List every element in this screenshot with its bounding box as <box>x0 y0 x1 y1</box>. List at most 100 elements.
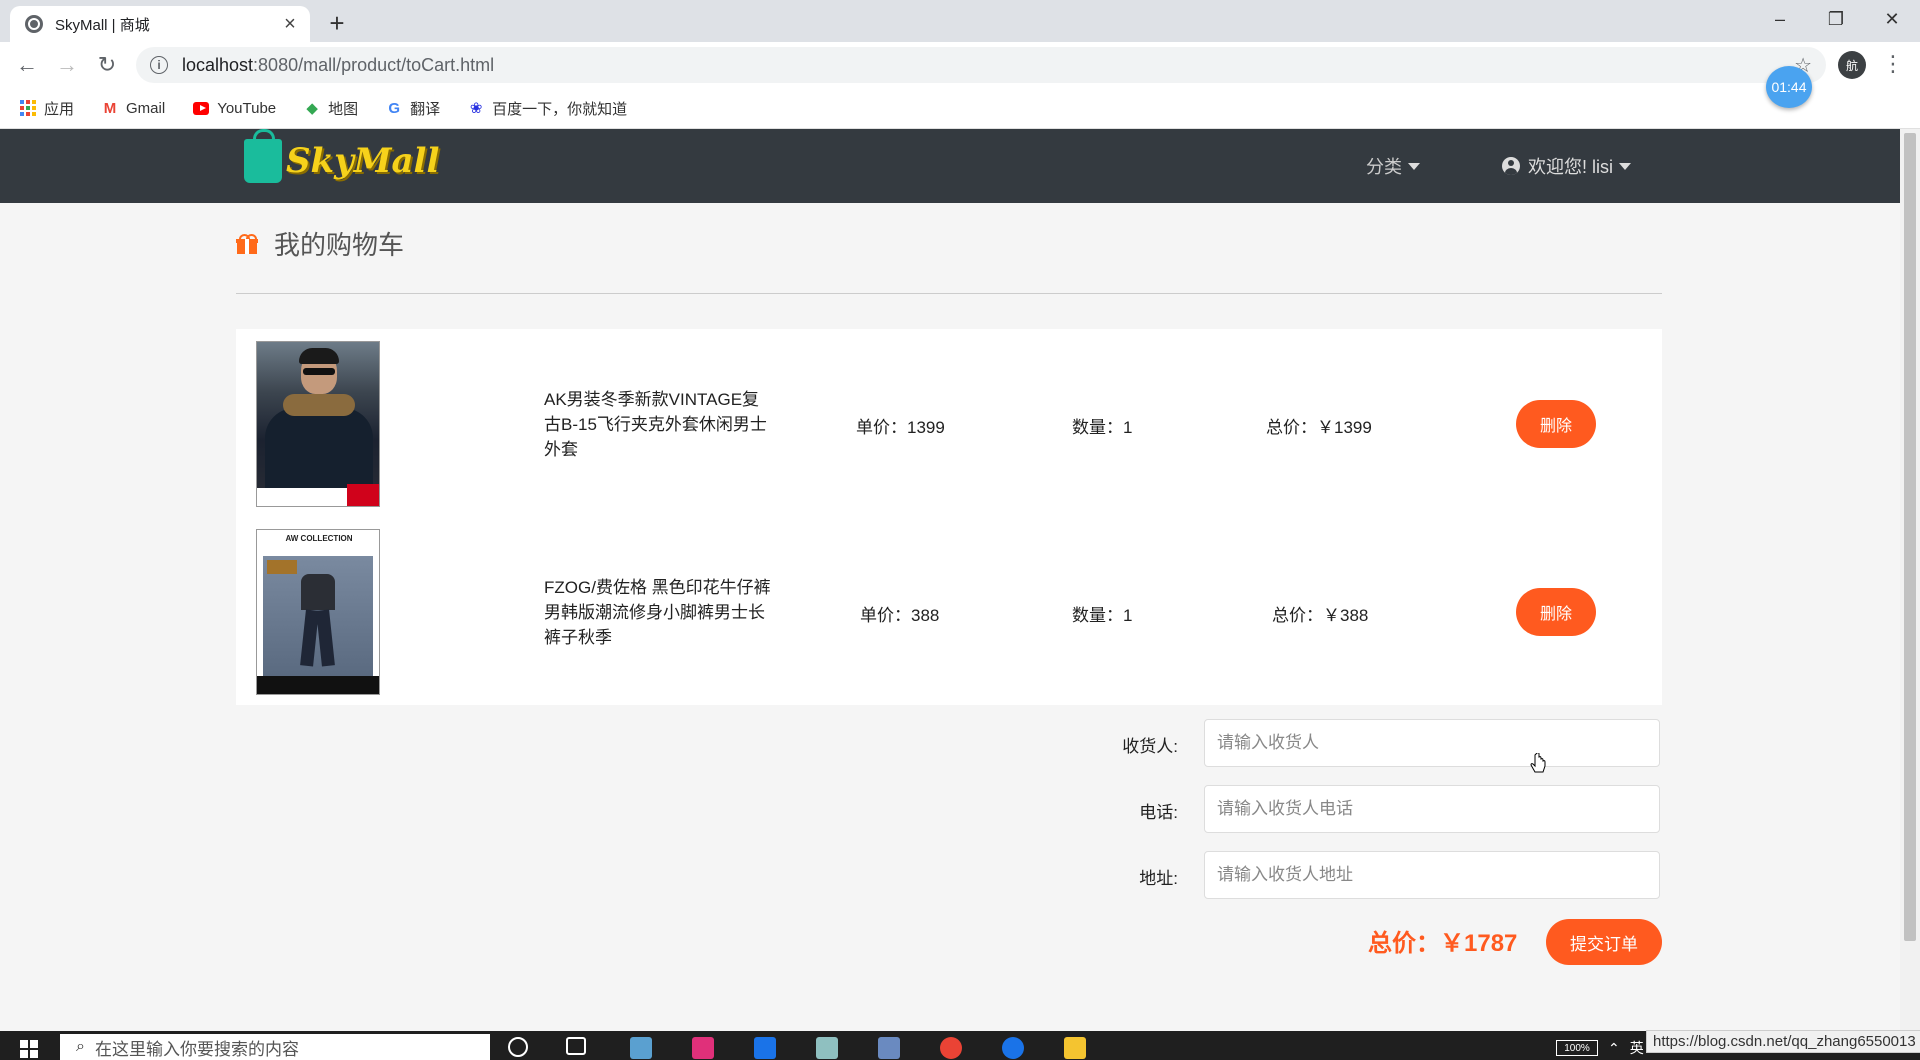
reload-icon[interactable]: ↻ <box>92 50 122 80</box>
bookmark-label: 地图 <box>328 100 359 118</box>
chrome-icon[interactable] <box>940 1037 962 1059</box>
user-circle-icon <box>1502 157 1520 175</box>
app-icon[interactable] <box>754 1037 776 1059</box>
translate-icon: G <box>388 99 400 117</box>
gift-icon <box>236 233 258 254</box>
submit-order-button[interactable]: 提交订单 <box>1546 919 1662 965</box>
logo-text: SkyMall <box>286 141 440 181</box>
address-label: 地址: <box>1139 869 1178 888</box>
caret-down-icon <box>1408 162 1420 170</box>
cortana-icon[interactable] <box>508 1037 528 1057</box>
page-scrollbar[interactable] <box>1900 129 1920 1031</box>
address-row: 地址: <box>1000 851 1660 899</box>
restore-icon[interactable]: ❐ <box>1808 0 1864 38</box>
bookmark-label: 百度一下，你就知道 <box>492 100 628 118</box>
address-input[interactable] <box>1204 851 1660 899</box>
bookmark-label: YouTube <box>217 99 277 117</box>
browser-tab-bar: SkyMall | 商城 × + – ❐ ✕ <box>0 0 1920 42</box>
profile-avatar[interactable]: 航 <box>1838 51 1866 79</box>
intellij-icon[interactable] <box>692 1037 714 1059</box>
user-dropdown[interactable]: 欢迎您! lisi <box>1502 153 1631 179</box>
apps-icon <box>20 100 36 116</box>
menu-kebab-icon[interactable]: ⋮ <box>1882 51 1904 77</box>
ime-indicator[interactable]: 英 <box>1630 1038 1644 1058</box>
receiver-label: 收货人: <box>1122 737 1178 756</box>
page-title-text: 我的购物车 <box>274 230 405 260</box>
bookmark-gmail[interactable]: M Gmail <box>102 100 165 117</box>
unit-price: 单价：1399 <box>856 418 945 437</box>
caret-down-icon <box>1619 162 1631 170</box>
shopping-bag-icon <box>244 129 282 183</box>
delete-button[interactable]: 删除 <box>1516 400 1596 448</box>
minimize-icon[interactable]: – <box>1752 0 1808 38</box>
receiver-input[interactable] <box>1204 719 1660 767</box>
product-name[interactable]: AK男装冬季新款VINTAGE复古B-15飞行夹克外套休闲男士外套 <box>544 387 774 462</box>
site-logo[interactable]: SkyMall <box>244 129 440 183</box>
app-icon[interactable] <box>878 1037 900 1059</box>
cart-list: AK男装冬季新款VINTAGE复古B-15飞行夹克外套休闲男士外套 单价：139… <box>236 329 1662 705</box>
battery-icon[interactable]: 100% <box>1556 1040 1598 1056</box>
bookmark-apps[interactable]: 应用 <box>20 98 74 119</box>
app-icon[interactable] <box>1002 1037 1024 1059</box>
unit-price: 单价：388 <box>860 606 940 625</box>
timer-badge[interactable]: 01:44 <box>1766 66 1812 108</box>
cart-item: AK男装冬季新款VINTAGE复古B-15飞行夹克外套休闲男士外套 单价：139… <box>236 341 1662 511</box>
gmail-icon: M <box>103 99 117 117</box>
bookmarks-bar: 应用 M Gmail YouTube ◆ 地图 G 翻译 ❀ 百度一下，你就知道 <box>0 88 1920 129</box>
site-header: SkyMall 分类 欢迎您! lisi <box>0 129 1900 203</box>
page-title: 我的购物车 <box>236 225 404 262</box>
item-total: 总价：￥1399 <box>1266 418 1372 437</box>
os-taskbar: ⌕ 在这里输入你要搜索的内容 100% ⌃ 英 13:53 <box>0 1031 1920 1060</box>
quantity: 数量：1 <box>1072 606 1133 625</box>
close-tab-icon[interactable]: × <box>278 12 302 36</box>
globe-icon <box>25 15 43 33</box>
category-dropdown[interactable]: 分类 <box>1366 153 1420 179</box>
title-divider <box>236 293 1662 294</box>
product-image[interactable] <box>256 341 380 507</box>
product-name[interactable]: FZOG/费佐格 黑色印花牛仔裤男韩版潮流修身小脚裤男士长裤子秋季 <box>544 575 774 650</box>
phone-label: 电话: <box>1139 803 1178 822</box>
window-close-icon[interactable]: ✕ <box>1864 0 1920 38</box>
scrollbar-thumb[interactable] <box>1904 133 1916 941</box>
phone-row: 电话: <box>1000 785 1660 833</box>
url-host: localhost <box>182 54 254 75</box>
cart-item: AW COLLECTION FZOG/费佐格 黑色印花牛仔裤男韩版潮流修身小脚裤… <box>236 529 1662 699</box>
url-text: localhost:8080/mall/product/toCart.html <box>182 55 494 76</box>
file-explorer-icon[interactable] <box>1064 1037 1086 1059</box>
browser-tab[interactable]: SkyMall | 商城 × <box>10 6 310 42</box>
app-icon[interactable] <box>816 1037 838 1059</box>
phone-input[interactable] <box>1204 785 1660 833</box>
chevron-up-icon[interactable]: ⌃ <box>1608 1040 1620 1057</box>
back-icon[interactable]: ← <box>12 50 42 80</box>
bookmark-translate[interactable]: G 翻译 <box>386 98 440 119</box>
bookmark-label: Gmail <box>126 99 166 117</box>
taskbar-search[interactable]: ⌕ 在这里输入你要搜索的内容 <box>60 1034 490 1060</box>
bookmark-maps[interactable]: ◆ 地图 <box>304 98 358 119</box>
maps-icon: ◆ <box>306 100 318 117</box>
bookmark-youtube[interactable]: YouTube <box>193 100 276 117</box>
taskbar-search-placeholder: 在这里输入你要搜索的内容 <box>94 1039 299 1059</box>
forward-icon[interactable]: → <box>52 50 82 80</box>
url-path: :8080/mall/product/toCart.html <box>253 54 495 75</box>
page-viewport: SkyMall 分类 欢迎您! lisi 我的购物车 AK男装冬季新款VINTA… <box>0 129 1900 1031</box>
user-label: 欢迎您! lisi <box>1528 157 1613 177</box>
bookmark-label: 应用 <box>44 100 75 118</box>
delete-button[interactable]: 删除 <box>1516 588 1596 636</box>
item-total: 总价：￥388 <box>1272 606 1369 625</box>
bookmark-baidu[interactable]: ❀ 百度一下，你就知道 <box>468 98 627 119</box>
new-tab-icon[interactable]: + <box>322 8 352 38</box>
address-bar[interactable]: i localhost:8080/mall/product/toCart.htm… <box>136 47 1826 83</box>
browser-toolbar: ← → ↻ i localhost:8080/mall/product/toCa… <box>0 42 1920 88</box>
task-view-icon[interactable] <box>566 1037 586 1055</box>
hand-cursor-icon <box>1530 753 1546 773</box>
app-icon[interactable] <box>630 1037 652 1059</box>
youtube-icon <box>193 100 210 116</box>
quantity: 数量：1 <box>1072 418 1133 437</box>
bookmark-label: 翻译 <box>410 100 441 118</box>
order-total: 总价：￥1787 <box>1368 930 1518 957</box>
baidu-icon: ❀ <box>469 100 483 117</box>
windows-start-icon[interactable] <box>20 1040 38 1058</box>
status-bar-url: https://blog.csdn.net/qq_zhang6550013 <box>1646 1030 1920 1053</box>
product-image[interactable]: AW COLLECTION <box>256 529 380 695</box>
info-icon[interactable]: i <box>150 56 168 74</box>
